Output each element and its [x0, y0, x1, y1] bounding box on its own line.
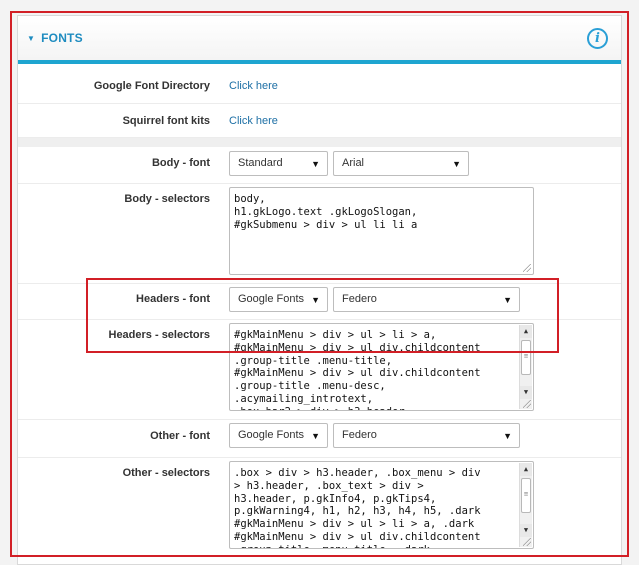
scroll-down-icon[interactable]: ▼: [520, 386, 532, 399]
row-other-selectors: Other - selectors .box > div > h3.header…: [18, 458, 621, 564]
info-icon[interactable]: i: [587, 28, 608, 49]
panel-title-text: FONTS: [41, 31, 83, 45]
resize-handle-icon[interactable]: [523, 538, 531, 546]
headers-font-type-select[interactable]: Google Fonts ▼: [229, 287, 328, 312]
row-headers-font: Headers - font Google Fonts ▼ Federo ▼: [18, 284, 621, 320]
row-squirrel-font-kits: Squirrel font kits Click here: [18, 104, 621, 138]
resize-handle-icon[interactable]: [523, 264, 531, 272]
label-headers-selectors: Headers - selectors: [108, 329, 211, 341]
scroll-thumb[interactable]: ≡: [521, 478, 531, 513]
label-other-selectors: Other - selectors: [122, 467, 210, 479]
label-google-font-directory: Google Font Directory: [93, 80, 210, 92]
fonts-panel: ▼ FONTS i Google Font Directory Click her…: [17, 15, 622, 565]
body-font-family-value: Arial: [342, 157, 365, 169]
row-google-font-directory: Google Font Directory Click here: [18, 68, 621, 104]
row-body-selectors: Body - selectors body, h1.gkLogo.text .g…: [18, 184, 621, 284]
body-font-type-value: Standard: [238, 157, 283, 169]
scrollbar[interactable]: ▲ ≡ ▼: [519, 325, 532, 409]
other-selectors-textarea[interactable]: .box > div > h3.header, .box_menu > div …: [229, 461, 534, 549]
headers-font-family-select[interactable]: Federo ▼: [333, 287, 520, 312]
headers-font-type-value: Google Fonts: [238, 293, 305, 305]
headers-font-family-value: Federo: [342, 293, 377, 305]
panel-title[interactable]: ▼ FONTS: [27, 31, 83, 45]
row-other-font: Other - font Google Fonts ▼ Federo ▼: [18, 420, 621, 458]
body-font-family-select[interactable]: Arial ▼: [333, 151, 469, 176]
scrollbar[interactable]: ▲ ≡ ▼: [519, 463, 532, 547]
scroll-thumb[interactable]: ≡: [521, 340, 531, 375]
chevron-down-icon: ▼: [311, 295, 320, 305]
body-selectors-text: body, h1.gkLogo.text .gkLogoSlogan, #gkS…: [234, 193, 418, 231]
collapse-caret-icon[interactable]: ▼: [27, 34, 35, 43]
other-font-type-value: Google Fonts: [238, 429, 305, 441]
section-separator: [18, 138, 621, 147]
label-body-selectors: Body - selectors: [124, 193, 210, 205]
chevron-down-icon: ▼: [452, 159, 461, 169]
label-squirrel-font-kits: Squirrel font kits: [122, 115, 210, 127]
body-selectors-textarea[interactable]: body, h1.gkLogo.text .gkLogoSlogan, #gkS…: [229, 187, 534, 275]
link-squirrel-font-kits[interactable]: Click here: [229, 115, 278, 127]
headers-selectors-textarea[interactable]: #gkMainMenu > div > ul > li > a, #gkMain…: [229, 323, 534, 411]
headers-selectors-text: #gkMainMenu > div > ul > li > a, #gkMain…: [234, 329, 481, 410]
panel-header[interactable]: ▼ FONTS i: [18, 16, 621, 64]
chevron-down-icon: ▼: [311, 159, 320, 169]
label-headers-font: Headers - font: [136, 293, 210, 305]
other-font-family-select[interactable]: Federo ▼: [333, 423, 520, 448]
chevron-down-icon: ▼: [503, 295, 512, 305]
scroll-down-icon[interactable]: ▼: [520, 524, 532, 537]
chevron-down-icon: ▼: [503, 431, 512, 441]
other-font-family-value: Federo: [342, 429, 377, 441]
row-body-font: Body - font Standard ▼ Arial ▼: [18, 147, 621, 184]
label-other-font: Other - font: [150, 430, 210, 442]
resize-handle-icon[interactable]: [523, 400, 531, 408]
other-font-type-select[interactable]: Google Fonts ▼: [229, 423, 328, 448]
scroll-up-icon[interactable]: ▲: [520, 463, 532, 476]
body-font-type-select[interactable]: Standard ▼: [229, 151, 328, 176]
link-google-font-directory[interactable]: Click here: [229, 80, 278, 92]
row-headers-selectors: Headers - selectors #gkMainMenu > div > …: [18, 320, 621, 420]
chevron-down-icon: ▼: [311, 431, 320, 441]
other-selectors-text: .box > div > h3.header, .box_menu > div …: [234, 467, 481, 548]
scroll-up-icon[interactable]: ▲: [520, 325, 532, 338]
label-body-font: Body - font: [151, 157, 210, 169]
